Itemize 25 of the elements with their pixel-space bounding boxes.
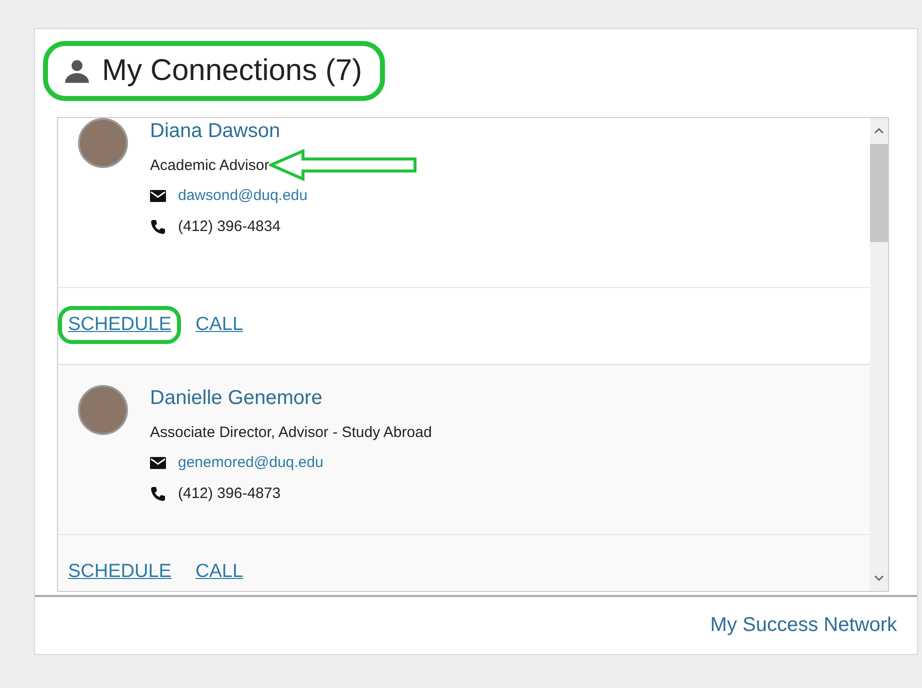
action-link[interactable]: CALL <box>185 306 254 344</box>
avatar-placeholder <box>78 385 128 435</box>
contact-name[interactable]: Danielle Genemore <box>150 387 432 410</box>
contact-role: Associate Director, Advisor - Study Abroad <box>150 424 432 440</box>
action-link[interactable]: SCHEDULE <box>58 553 182 591</box>
person-icon <box>64 58 90 84</box>
scroll-thumb[interactable] <box>870 144 888 242</box>
phone-icon <box>150 486 166 502</box>
avatar-placeholder <box>78 118 128 168</box>
email-link[interactable]: dawsond@duq.edu <box>178 187 308 204</box>
email-link[interactable]: genemored@duq.edu <box>178 454 324 471</box>
phone-icon <box>150 218 166 234</box>
contact-name[interactable]: Diana Dawson <box>150 120 418 143</box>
action-link[interactable]: SCHEDULE <box>58 306 182 344</box>
scrollbar[interactable] <box>870 118 888 591</box>
success-network-link[interactable]: My Success Network <box>710 614 897 637</box>
phone-number: (412) 396-4873 <box>178 485 281 502</box>
scroll-up-icon[interactable] <box>874 126 884 136</box>
widget-title: My Connections (7) <box>102 54 362 88</box>
mail-icon <box>150 454 166 470</box>
mail-icon <box>150 188 166 204</box>
phone-number: (412) 396-4834 <box>178 218 281 235</box>
action-link[interactable]: CALL <box>185 553 254 591</box>
scroll-down-icon[interactable] <box>874 573 884 583</box>
contact-role: Academic Advisor <box>150 156 270 174</box>
